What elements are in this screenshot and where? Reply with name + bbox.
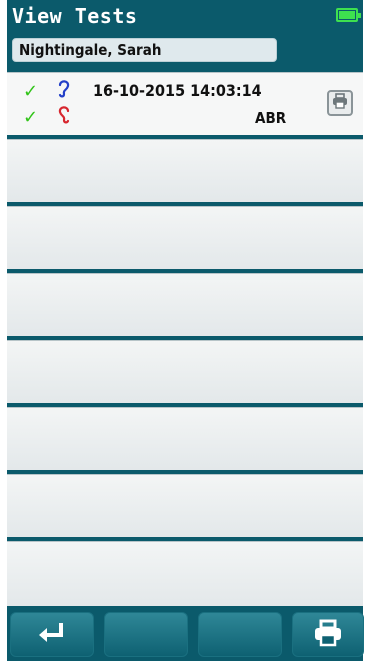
empty-row: [7, 340, 363, 403]
return-arrow-icon: [35, 622, 69, 648]
test-list: ✓ 16-10-2015 14:03:14 ✓ ABR: [7, 72, 363, 606]
empty-row: [7, 407, 363, 470]
check-icon: ✓: [23, 107, 39, 128]
right-ear-icon: [57, 79, 71, 104]
blank-button-2[interactable]: [104, 612, 188, 657]
battery-charging-icon: [336, 8, 361, 22]
printer-icon: [313, 619, 343, 651]
printer-icon: [332, 93, 348, 113]
empty-row: [7, 139, 363, 202]
left-ear-icon: [57, 105, 71, 130]
row-print-button[interactable]: [327, 90, 353, 116]
device-screen: View Tests Nightingale, Sarah ✓ 16-10-20…: [7, 0, 364, 661]
header-bar: View Tests Nightingale, Sarah: [7, 0, 363, 68]
empty-row: [7, 206, 363, 269]
blank-button-3[interactable]: [198, 612, 282, 657]
test-type: ABR: [255, 109, 287, 127]
empty-row: [7, 273, 363, 336]
patient-name-field[interactable]: Nightingale, Sarah: [12, 38, 277, 62]
back-button[interactable]: [10, 612, 94, 657]
empty-row: [7, 474, 363, 537]
test-row[interactable]: ✓ 16-10-2015 14:03:14 ✓ ABR: [7, 72, 363, 135]
test-datetime: 16-10-2015 14:03:14: [93, 81, 262, 100]
empty-row: [7, 541, 363, 606]
print-button[interactable]: [292, 612, 364, 657]
check-icon: ✓: [23, 81, 39, 102]
page-title: View Tests: [12, 4, 138, 28]
footer-bar: [7, 606, 364, 661]
